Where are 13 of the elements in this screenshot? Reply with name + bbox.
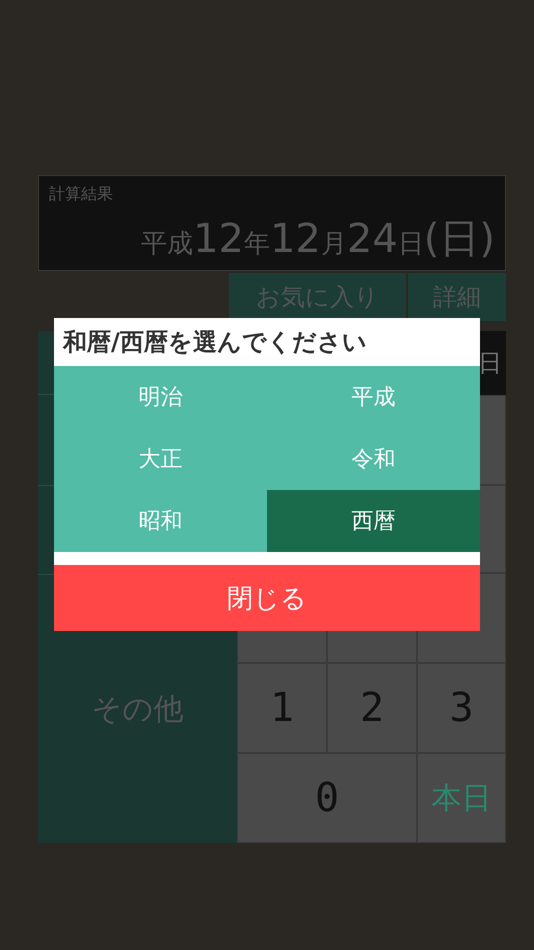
- result-label: 計算結果: [49, 184, 113, 205]
- digit-key[interactable]: 0: [237, 753, 417, 843]
- dialog-title: 和暦/西暦を選んでください: [62, 327, 368, 358]
- digit-key[interactable]: 1: [237, 663, 327, 753]
- header-text: 日: [478, 348, 502, 379]
- today-key[interactable]: 本日: [417, 753, 506, 843]
- era-option[interactable]: 西暦: [267, 490, 480, 552]
- digit-key[interactable]: 3: [417, 663, 506, 753]
- detail-button[interactable]: 詳細: [408, 273, 506, 321]
- close-button[interactable]: 閉じる: [54, 565, 480, 631]
- digit-key[interactable]: 2: [327, 663, 417, 753]
- result-date: 平成 12年12月 24 日(日): [141, 215, 495, 264]
- favorite-button[interactable]: お気に入り: [229, 273, 406, 321]
